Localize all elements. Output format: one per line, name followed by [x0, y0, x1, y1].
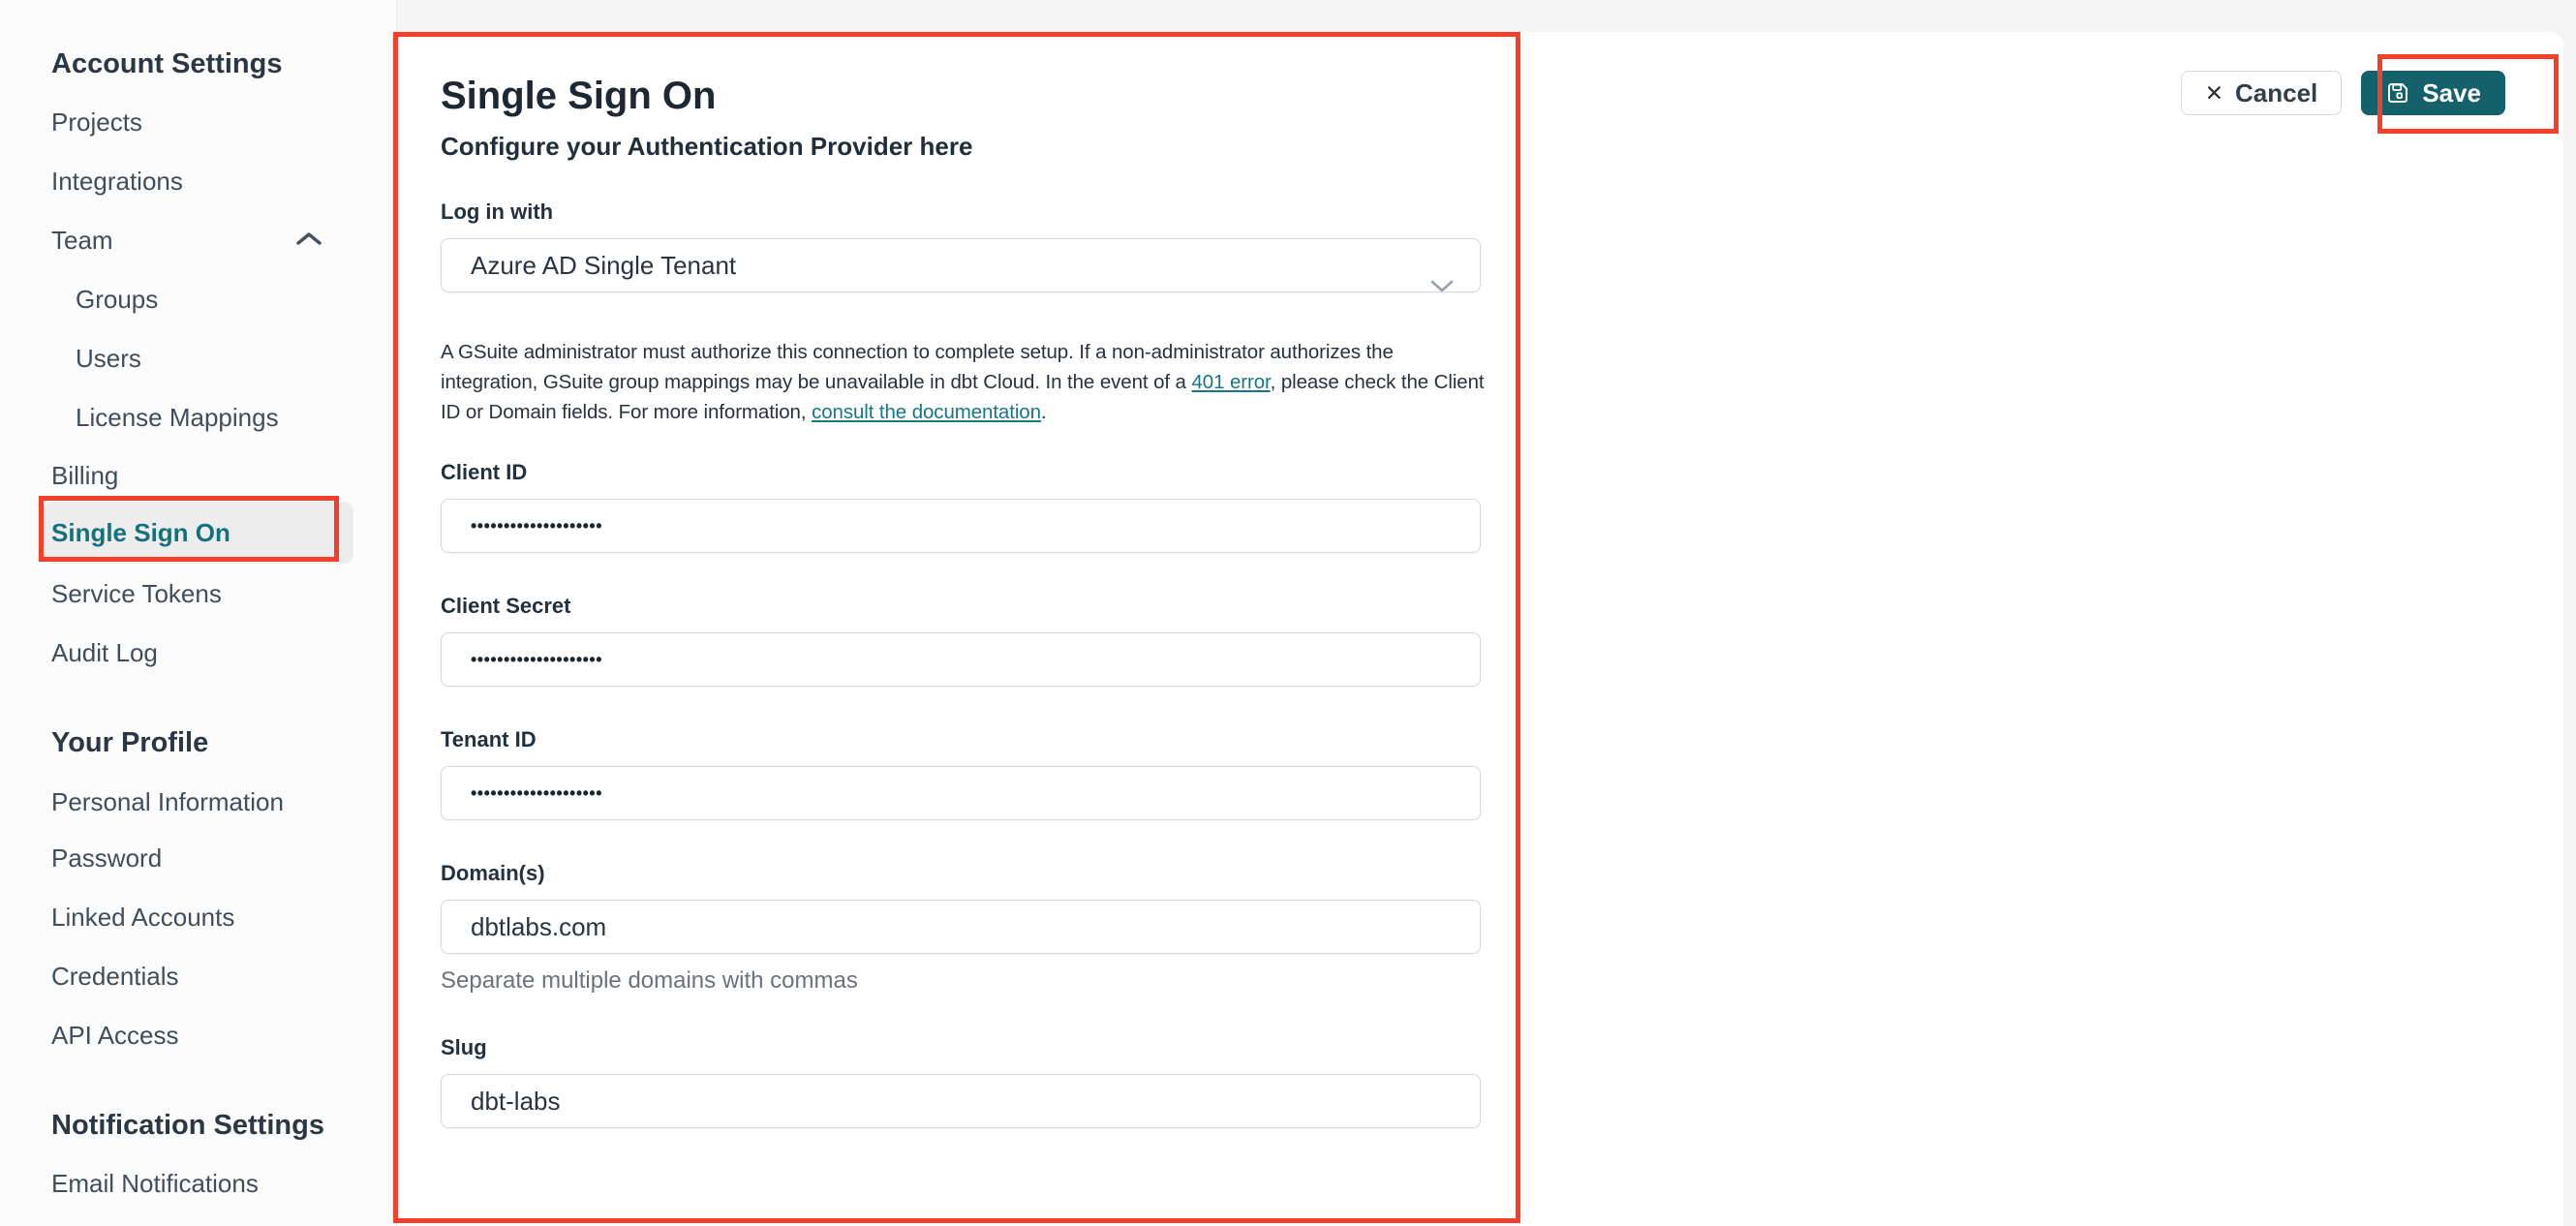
cancel-button[interactable]: ✕ Cancel [2180, 71, 2343, 115]
client-secret-label: Client Secret [441, 594, 571, 618]
slug-input[interactable] [441, 1074, 1481, 1128]
sidebar-item-password[interactable]: Password [51, 842, 162, 874]
client-secret-input[interactable] [441, 632, 1481, 687]
save-button-label: Save [2422, 77, 2481, 107]
cancel-button-label: Cancel [2235, 77, 2318, 107]
sidebar-item-team[interactable]: Team [51, 224, 113, 257]
login-with-select[interactable]: Azure AD Single Tenant [441, 238, 1481, 292]
save-button[interactable]: Save [2361, 71, 2505, 115]
link-401-error[interactable]: 401 error [1191, 371, 1270, 393]
sidebar-item-email-notifications[interactable]: Email Notifications [51, 1167, 259, 1200]
sso-settings-card: ✕ Cancel Save Single Sign On Configure y… [397, 32, 2563, 1226]
sidebar-item-api-access[interactable]: API Access [51, 1019, 179, 1052]
sidebar-item-billing[interactable]: Billing [51, 459, 118, 492]
sidebar-item-single-sign-on[interactable]: Single Sign On [51, 516, 230, 549]
sidebar-item-projects[interactable]: Projects [51, 106, 142, 138]
sidebar-item-personal-information[interactable]: Personal Information [51, 785, 284, 818]
slug-label: Slug [441, 1035, 487, 1059]
page-background: { "app": { "accent_teal": "#15717d", "sa… [0, 0, 2576, 1226]
domains-input[interactable] [441, 900, 1481, 954]
form-actions: ✕ Cancel Save [2180, 71, 2505, 115]
chevron-up-icon[interactable] [295, 230, 322, 253]
sidebar-item-groups[interactable]: Groups [76, 283, 158, 316]
sidebar-heading-notification-settings: Notification Settings [51, 1110, 324, 1141]
sidebar-heading-account-settings: Account Settings [51, 48, 283, 79]
gsuite-notice-text: A GSuite administrator must authorize th… [441, 341, 1485, 423]
sidebar-item-users[interactable]: Users [76, 342, 141, 375]
sidebar-heading-your-profile: Your Profile [51, 727, 209, 758]
login-with-selected-value: Azure AD Single Tenant [471, 251, 737, 280]
chevron-down-icon [1429, 260, 1455, 312]
page-title: Single Sign On [441, 75, 717, 117]
page-subtitle: Configure your Authentication Provider h… [441, 132, 973, 161]
sso-form: Single Sign On Configure your Authentica… [441, 32, 1525, 1128]
sidebar-item-service-tokens[interactable]: Service Tokens [51, 577, 222, 610]
floppy-disk-icon [2385, 80, 2410, 106]
tenant-id-input[interactable] [441, 766, 1481, 820]
sidebar-item-linked-accounts[interactable]: Linked Accounts [51, 901, 234, 934]
settings-sidebar: Account Settings Projects Integrations T… [0, 0, 397, 1226]
domains-helper-text: Separate multiple domains with commas [441, 967, 858, 994]
client-id-input[interactable] [441, 499, 1481, 553]
sidebar-item-credentials[interactable]: Credentials [51, 960, 179, 993]
client-id-label: Client ID [441, 460, 528, 484]
domains-label: Domain(s) [441, 861, 545, 885]
sidebar-item-audit-log[interactable]: Audit Log [51, 636, 158, 669]
sidebar-item-integrations[interactable]: Integrations [51, 165, 183, 198]
link-consult-documentation[interactable]: consult the documentation [812, 401, 1041, 423]
tenant-id-label: Tenant ID [441, 727, 537, 751]
sidebar-item-license-mappings[interactable]: License Mappings [76, 401, 279, 434]
login-with-label: Log in with [441, 199, 554, 224]
x-icon: ✕ [2204, 79, 2223, 106]
